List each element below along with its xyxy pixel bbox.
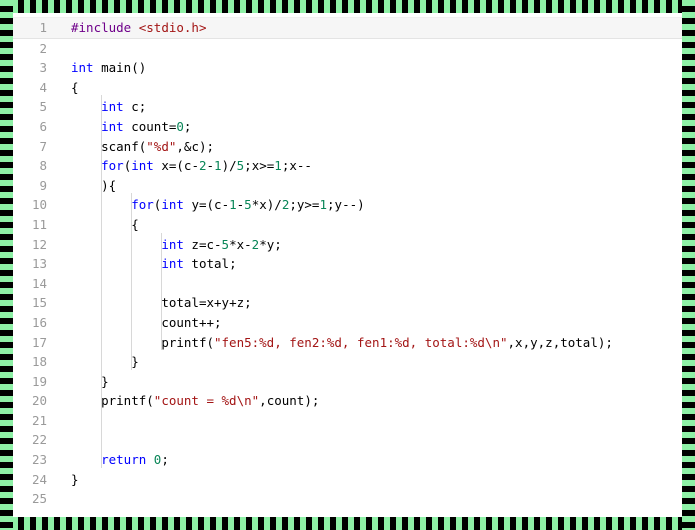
- code-line[interactable]: 23 return 0;: [13, 450, 682, 470]
- line-number: 25: [31, 491, 47, 507]
- line-number: 8: [39, 158, 47, 174]
- code-line[interactable]: 12 int z=c-5*x-2*y;: [13, 235, 682, 255]
- decorative-striped-frame: 1 #include <stdio.h> 2 3 int main() 4{5 int c…: [0, 0, 695, 530]
- line-number: 14: [31, 275, 47, 291]
- line-content[interactable]: {: [55, 215, 682, 235]
- line-number: 10: [31, 197, 47, 213]
- code-line[interactable]: 10 for(int y=(c-1-5*x)/2;y>=1;y--): [13, 195, 682, 215]
- line-content[interactable]: int count=0;: [55, 117, 682, 137]
- line-content[interactable]: int main(): [55, 58, 682, 78]
- code-line[interactable]: 18 }: [13, 352, 682, 372]
- code-line[interactable]: 8 for(int x=(c-2-1)/5;x>=1;x--: [13, 156, 682, 176]
- line-number: 11: [31, 216, 47, 232]
- line-number: 22: [31, 432, 47, 448]
- line-content[interactable]: total=x+y+z;: [55, 293, 682, 313]
- line-number: 12: [31, 236, 47, 252]
- code-line[interactable]: 3 int main(): [13, 58, 682, 78]
- code-line[interactable]: 17 printf("fen5:%d, fen2:%d, fen1:%d, to…: [13, 333, 682, 353]
- line-content[interactable]: printf("fen5:%d, fen2:%d, fen1:%d, total…: [55, 333, 682, 353]
- line-number: 1: [39, 20, 47, 35]
- code-line[interactable]: 25: [13, 489, 682, 509]
- line-content[interactable]: }: [55, 372, 682, 392]
- code-line[interactable]: 5 int c;: [13, 97, 682, 117]
- line-number: 17: [31, 334, 47, 350]
- code-line[interactable]: 15 total=x+y+z;: [13, 293, 682, 313]
- line-content[interactable]: }: [55, 352, 682, 372]
- line-number: 21: [31, 412, 47, 428]
- code-line[interactable]: 20 printf("count = %d\n",count);: [13, 391, 682, 411]
- code-line[interactable]: 2: [13, 39, 682, 59]
- code-line[interactable]: 16 count++;: [13, 313, 682, 333]
- line-number: 23: [31, 452, 47, 468]
- code-line[interactable]: 13 int total;: [13, 254, 682, 274]
- line-number: 24: [31, 471, 47, 487]
- frame-stripe-right: [682, 0, 695, 530]
- frame-stripe-bottom: [0, 517, 695, 530]
- line-number: 3: [39, 60, 47, 76]
- code-line[interactable]: 24}: [13, 470, 682, 490]
- line-number: 9: [39, 177, 47, 193]
- line-content[interactable]: {: [55, 78, 682, 98]
- line-content[interactable]: for(int y=(c-1-5*x)/2;y>=1;y--): [55, 195, 682, 215]
- line-content[interactable]: printf("count = %d\n",count);: [55, 391, 682, 411]
- line-content[interactable]: int z=c-5*x-2*y;: [55, 235, 682, 255]
- line-number: 7: [39, 138, 47, 154]
- line-number: 13: [31, 256, 47, 272]
- line-content[interactable]: int c;: [55, 97, 682, 117]
- code-area[interactable]: 1 #include <stdio.h> 2 3 int main() 4{5 int c…: [13, 13, 682, 517]
- line-content[interactable]: count++;: [55, 313, 682, 333]
- code-line[interactable]: 21: [13, 411, 682, 431]
- line-number: 20: [31, 393, 47, 409]
- code-line[interactable]: 7 scanf("%d",&c);: [13, 137, 682, 157]
- code-line[interactable]: 4{: [13, 78, 682, 98]
- line-number: 19: [31, 373, 47, 389]
- line-number: 6: [39, 118, 47, 134]
- line-content[interactable]: #include <stdio.h>: [55, 18, 682, 38]
- code-line[interactable]: 1 #include <stdio.h>: [13, 17, 682, 39]
- line-content[interactable]: return 0;: [55, 450, 682, 470]
- code-line[interactable]: 6 int count=0;: [13, 117, 682, 137]
- code-line[interactable]: 14: [13, 274, 682, 294]
- line-content[interactable]: for(int x=(c-2-1)/5;x>=1;x--: [55, 156, 682, 176]
- code-editor[interactable]: 1 #include <stdio.h> 2 3 int main() 4{5 int c…: [13, 13, 682, 517]
- line-content[interactable]: ){: [55, 176, 682, 196]
- line-number: 4: [39, 79, 47, 95]
- line-content[interactable]: int total;: [55, 254, 682, 274]
- code-line[interactable]: 11 {: [13, 215, 682, 235]
- line-content[interactable]: }: [55, 470, 682, 490]
- code-line[interactable]: 19 }: [13, 372, 682, 392]
- line-number: 16: [31, 314, 47, 330]
- line-number: 2: [39, 40, 47, 56]
- line-number: 18: [31, 354, 47, 370]
- line-content[interactable]: scanf("%d",&c);: [55, 137, 682, 157]
- line-number: 15: [31, 295, 47, 311]
- line-number: 5: [39, 99, 47, 115]
- code-line[interactable]: 9 ){: [13, 176, 682, 196]
- frame-stripe-left: [0, 0, 13, 530]
- code-line[interactable]: 22: [13, 430, 682, 450]
- frame-stripe-top: [0, 0, 695, 13]
